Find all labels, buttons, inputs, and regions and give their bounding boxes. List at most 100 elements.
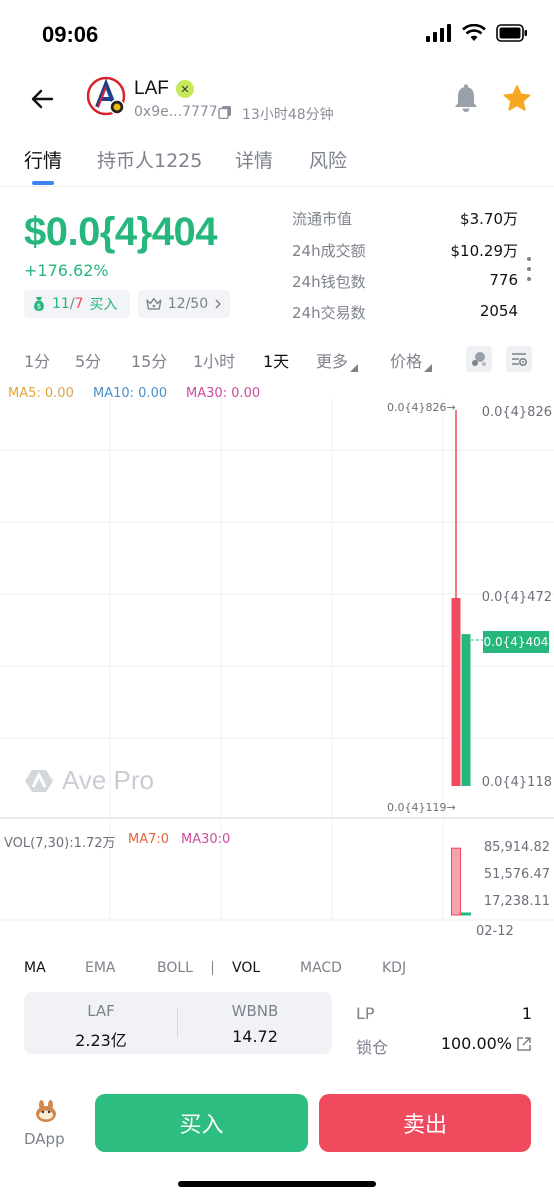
chart-settings-button[interactable] — [506, 346, 532, 372]
caret-down-icon — [350, 364, 359, 372]
wifi-icon — [462, 24, 486, 41]
interval-15m[interactable]: 15分 — [131, 348, 167, 372]
current-price-tag: 0.0{4}404 — [483, 631, 549, 653]
buy-button[interactable]: 买入 — [95, 1094, 308, 1152]
indicator-divider — [212, 961, 213, 975]
signal-icon — [426, 24, 451, 42]
bubble-tool-button[interactable] — [466, 346, 492, 372]
external-link-icon[interactable] — [516, 1036, 532, 1052]
bubbles-icon — [472, 352, 486, 366]
stat-value-trades: 2054 — [479, 302, 518, 320]
volume-bar-02-11 — [451, 847, 461, 916]
stat-value-market-cap: $3.70万 — [460, 210, 518, 228]
volume-bar-02-12 — [461, 912, 471, 916]
settings-list-icon — [512, 353, 528, 367]
lp-label: LP — [356, 1004, 375, 1023]
copy-icon[interactable] — [218, 105, 232, 119]
indicator-boll[interactable]: BOLL — [157, 960, 193, 976]
sell-button[interactable]: 卖出 — [319, 1094, 531, 1152]
vol-axis-low: 17,238.11 — [483, 894, 550, 909]
vol-ma7-legend: MA7:0 — [128, 832, 170, 847]
token-age: 13小时48分钟 — [242, 107, 334, 123]
lp-value: 1 — [521, 1004, 532, 1023]
lock-label: 锁仓 — [356, 1038, 389, 1057]
indicator-kdj[interactable]: KDJ — [382, 960, 406, 976]
pool-token-a-amount: 2.23亿 — [75, 1031, 127, 1050]
axis-label-high: 0.0{4}826 — [481, 405, 552, 420]
indicator-macd[interactable]: MACD — [300, 960, 342, 976]
scroll-fade — [0, 1070, 554, 1090]
stat-label-wallets: 24h钱包数 — [292, 273, 366, 291]
tab-indicator — [32, 181, 54, 185]
token-address: 0x9e...7777 — [134, 104, 218, 120]
interval-1d[interactable]: 1天 — [263, 348, 289, 372]
price-type-dropdown[interactable]: 价格 — [390, 348, 433, 372]
tab-details[interactable]: 详情 — [235, 146, 273, 173]
buy-count: 11 — [52, 296, 70, 312]
svg-text:$: $ — [37, 303, 41, 311]
watermark-text: Ave Pro — [62, 765, 155, 795]
indicator-ma[interactable]: MA — [24, 960, 46, 976]
interval-5m[interactable]: 5分 — [75, 348, 101, 372]
vol-ma30-legend: MA30:0 — [181, 832, 231, 847]
ave-logo-icon — [25, 769, 53, 792]
vol-axis-mid: 51,576.47 — [483, 867, 550, 882]
stat-value-wallets: 776 — [489, 271, 518, 289]
stat-label-trades: 24h交易数 — [292, 304, 366, 322]
bell-icon[interactable] — [451, 83, 481, 113]
crown-icon — [146, 297, 162, 310]
money-bag-icon: $ — [34, 297, 44, 311]
chain-badge-icon: ✕ — [176, 80, 194, 98]
pool-token-a-label: LAF — [87, 1002, 115, 1020]
axis-label-low: 0.0{4}118 — [481, 775, 552, 790]
tab-divider — [0, 186, 554, 187]
indicator-ema[interactable]: EMA — [85, 960, 116, 976]
buy-sell-count-pill[interactable]: $ 11/7 买入 — [24, 290, 130, 318]
vol-legend: VOL(7,30):1.72万 — [4, 836, 116, 851]
token-name: LAF — [134, 78, 169, 99]
low-marker: 0.0{4}119→ — [387, 801, 456, 814]
interval-more-label: 更多 — [316, 352, 349, 371]
dapp-label[interactable]: DApp — [24, 1130, 65, 1148]
candle-body-02-12 — [461, 634, 471, 786]
interval-1h[interactable]: 1小时 — [193, 348, 235, 372]
indicator-vol[interactable]: VOL — [232, 960, 260, 976]
interval-more-dropdown[interactable]: 更多 — [316, 348, 359, 372]
pool-separator — [177, 1008, 178, 1038]
price-change: +176.62% — [24, 261, 109, 280]
chevron-right-icon — [215, 299, 222, 309]
candle-body-02-11 — [451, 598, 461, 786]
ave-pro-watermark: Ave Pro — [24, 765, 154, 796]
rank-pill[interactable]: 12/50 — [138, 290, 230, 318]
pancake-dapp-icon[interactable] — [34, 1099, 58, 1123]
axis-label-mid: 0.0{4}472 — [481, 590, 552, 605]
interval-1m[interactable]: 1分 — [24, 348, 50, 372]
battery-icon — [496, 24, 527, 42]
pool-token-b-amount: 14.72 — [232, 1027, 278, 1046]
tab-risk[interactable]: 风险 — [309, 146, 347, 173]
vol-axis-high: 85,914.82 — [483, 840, 550, 855]
more-vertical-icon[interactable] — [525, 255, 533, 283]
pool-token-b-label: WBNB — [231, 1002, 279, 1020]
token-logo — [86, 76, 126, 116]
volume-bars-group — [451, 847, 471, 916]
current-price: $0.0{4}404 — [24, 210, 217, 254]
rank-value: 12/50 — [167, 296, 209, 312]
candlestick-chart[interactable] — [0, 398, 554, 938]
status-icons — [426, 24, 528, 42]
stat-label-market-cap: 流通市值 — [292, 210, 353, 228]
tab-holders[interactable]: 持币人1225 — [97, 146, 202, 173]
lock-value: 100.00% — [440, 1034, 512, 1053]
status-time: 09:06 — [42, 22, 99, 47]
sell-count: 7 — [74, 296, 84, 312]
buy-count-label: 买入 — [89, 297, 118, 313]
back-arrow-icon[interactable] — [28, 84, 58, 114]
stat-value-volume: $10.29万 — [450, 242, 519, 260]
stat-label-volume: 24h成交额 — [292, 242, 366, 260]
high-marker: 0.0{4}826→ — [387, 401, 456, 414]
candles-group — [451, 410, 471, 786]
favorite-star-icon[interactable] — [501, 83, 533, 115]
date-label: 02-12 — [476, 924, 514, 939]
tab-market[interactable]: 行情 — [24, 146, 62, 173]
price-type-label: 价格 — [390, 352, 423, 371]
